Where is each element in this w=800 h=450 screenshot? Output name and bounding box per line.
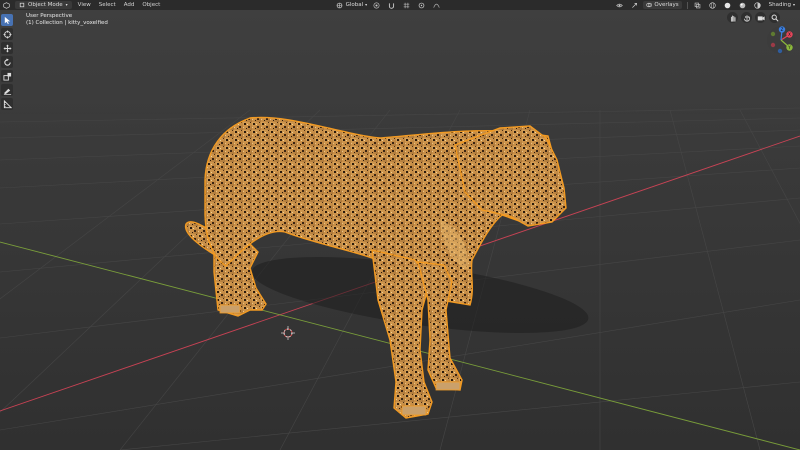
navigation-gizmo[interactable]: X Y Z bbox=[766, 25, 796, 55]
shading-dropdown[interactable]: Shading ▾ bbox=[766, 1, 798, 9]
move-icon bbox=[2, 43, 12, 53]
tool-shelf bbox=[1, 14, 14, 110]
gizmo-icon bbox=[632, 2, 638, 8]
viewport-header: Object Mode ▾ View Select Add Object Glo… bbox=[0, 0, 800, 10]
gizmo-neg-z[interactable] bbox=[777, 48, 783, 54]
material-sphere-icon bbox=[739, 2, 745, 8]
mode-dropdown[interactable]: Object Mode ▾ bbox=[15, 1, 72, 9]
3d-cursor-icon bbox=[281, 326, 295, 340]
pan-button[interactable] bbox=[741, 12, 752, 23]
measure-tool[interactable] bbox=[1, 98, 13, 110]
shading-label: Shading bbox=[768, 2, 791, 8]
falloff-button[interactable] bbox=[430, 1, 443, 9]
gizmo-y-label: Y bbox=[787, 45, 791, 50]
3d-viewport[interactable]: User Perspective (1) Collection | kitty_… bbox=[0, 10, 800, 450]
chevron-down-icon: ▾ bbox=[65, 2, 68, 7]
editor-type-button[interactable] bbox=[0, 1, 13, 9]
gizmo-neg-x[interactable] bbox=[770, 42, 776, 48]
proportional-edit-toggle[interactable] bbox=[415, 1, 428, 9]
zoom-button[interactable] bbox=[727, 12, 738, 23]
rotate-tool[interactable] bbox=[1, 56, 13, 68]
mode-label: Object Mode bbox=[28, 2, 63, 8]
chevron-down-icon: ▾ bbox=[365, 2, 368, 7]
visibility-button[interactable] bbox=[613, 1, 626, 9]
chevron-down-icon: ▾ bbox=[793, 2, 796, 7]
annotate-icon bbox=[3, 88, 11, 95]
menu-select[interactable]: Select bbox=[95, 0, 120, 10]
hand-icon bbox=[743, 14, 750, 22]
zoom-view-button[interactable] bbox=[769, 12, 780, 23]
proportional-edit-icon bbox=[418, 2, 425, 8]
3d-viewport-icon bbox=[3, 1, 10, 9]
menu-view[interactable]: View bbox=[74, 0, 95, 10]
overlays-label: Overlays bbox=[654, 2, 679, 8]
shading-material-button[interactable] bbox=[736, 1, 749, 9]
3d-cursor-tool-icon bbox=[2, 29, 12, 39]
eye-icon bbox=[616, 3, 624, 7]
shading-solid-button[interactable] bbox=[721, 1, 734, 9]
orientation-label: Global bbox=[345, 2, 364, 8]
magnet-icon bbox=[389, 2, 395, 9]
snap-grid-icon bbox=[403, 2, 410, 8]
pivot-point-button[interactable] bbox=[370, 1, 383, 9]
gizmo-x-label: X bbox=[788, 32, 791, 37]
view-name-label: User Perspective bbox=[26, 13, 73, 19]
overlays-button[interactable]: Overlays bbox=[643, 1, 682, 9]
annotate-tool[interactable] bbox=[1, 84, 13, 96]
camera-toggle-button[interactable] bbox=[755, 12, 766, 23]
scale-tool[interactable] bbox=[1, 70, 13, 82]
snap-target-button[interactable] bbox=[400, 1, 413, 9]
overlay-icon bbox=[646, 2, 653, 8]
object-mode-icon bbox=[19, 2, 25, 8]
rotate-icon bbox=[3, 57, 11, 66]
menu-add[interactable]: Add bbox=[120, 0, 139, 10]
shading-rendered-button[interactable] bbox=[751, 1, 764, 9]
magnifier-icon bbox=[771, 14, 779, 22]
cursor-icon bbox=[4, 16, 10, 24]
shading-wireframe-button[interactable] bbox=[706, 1, 719, 9]
collection-info-label: (1) Collection | kitty_voxelfied bbox=[26, 20, 108, 26]
scale-icon bbox=[2, 72, 11, 81]
xray-toggle[interactable] bbox=[691, 1, 704, 9]
solid-sphere-icon bbox=[724, 2, 730, 8]
snap-toggle[interactable] bbox=[385, 1, 398, 9]
camera-icon bbox=[757, 15, 765, 20]
pivot-icon bbox=[373, 2, 380, 8]
menu-object[interactable]: Object bbox=[138, 0, 164, 10]
wireframe-sphere-icon bbox=[709, 1, 716, 9]
gizmo-neg-y[interactable] bbox=[770, 31, 776, 37]
move-tool[interactable] bbox=[1, 42, 13, 54]
gizmo-z-label: Z bbox=[781, 27, 784, 32]
gizmos-button[interactable] bbox=[628, 1, 641, 9]
orientation-dropdown[interactable]: Global ▾ bbox=[333, 1, 371, 9]
hand-pan-icon bbox=[730, 15, 735, 22]
falloff-curve-icon bbox=[433, 3, 440, 8]
measure-icon bbox=[3, 99, 12, 108]
transform-orientation-icon bbox=[336, 2, 342, 8]
voxel-cheetah-model[interactable] bbox=[185, 116, 567, 419]
viewport-scene bbox=[0, 107, 800, 450]
xray-icon bbox=[694, 2, 700, 8]
rendered-sphere-icon bbox=[754, 1, 761, 9]
select-tool[interactable] bbox=[1, 14, 13, 26]
cursor-tool[interactable] bbox=[1, 28, 13, 40]
